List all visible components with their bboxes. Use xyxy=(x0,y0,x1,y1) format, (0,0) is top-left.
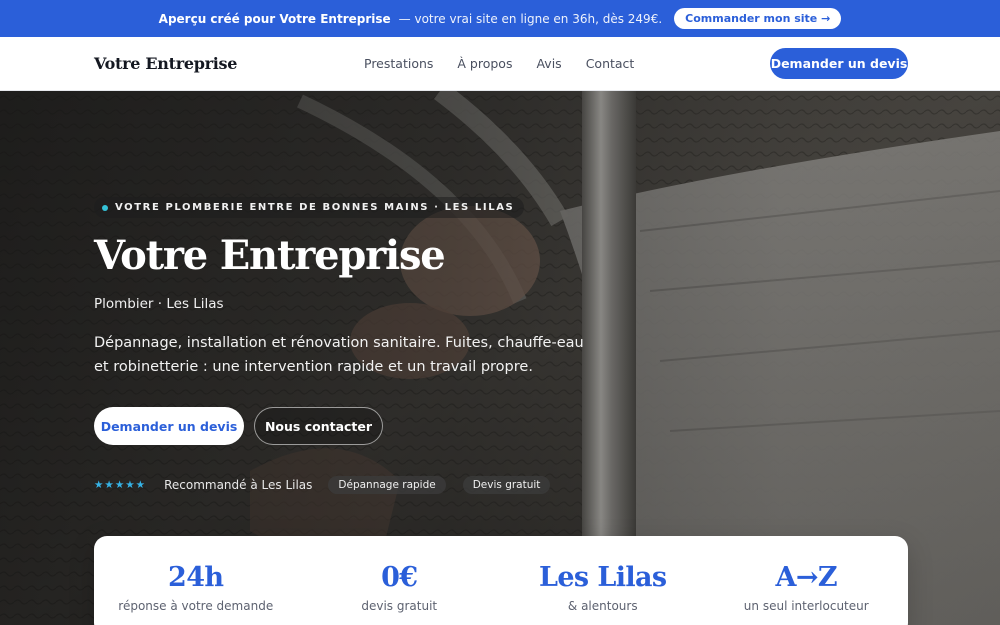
hero-description: Dépannage, installation et rénovation sa… xyxy=(94,335,584,375)
stat-value: Les Lilas xyxy=(538,562,667,593)
stat-item: A→Z un seul interlocuteur xyxy=(705,536,909,625)
hero-title: Votre Entreprise xyxy=(94,232,446,279)
promo-text: — votre vrai site en ligne en 36h, dès 2… xyxy=(398,11,663,26)
stat-label: un seul interlocuteur xyxy=(743,599,869,613)
nav-quote-button[interactable]: Demander un devis xyxy=(770,48,908,79)
chip-depannage: Dépannage rapide xyxy=(328,476,446,494)
quote-button[interactable]: Demander un devis xyxy=(94,407,244,445)
nav-link-a-propos[interactable]: À propos xyxy=(457,56,512,71)
stat-label: devis gratuit xyxy=(361,599,438,613)
nav-link-contact[interactable]: Contact xyxy=(586,56,635,71)
brand-logo[interactable]: Votre Entreprise xyxy=(94,54,237,73)
status-dot-icon xyxy=(102,204,108,211)
top-navigation: Votre Entreprise Prestations À propos Av… xyxy=(0,37,1000,91)
promo-banner: Aperçu créé pour Votre Entreprise — votr… xyxy=(0,0,1000,37)
eyebrow-text: VOTRE PLOMBERIE ENTRE DE BONNES MAINS · … xyxy=(115,202,515,213)
nav-link-prestations[interactable]: Prestations xyxy=(364,56,433,71)
stat-value: A→Z xyxy=(775,562,838,593)
trust-text: Recommandé à Les Lilas xyxy=(164,478,313,492)
order-site-button[interactable]: Commander mon site → xyxy=(674,8,842,29)
stats-card: 24h réponse à votre demande 0€ devis gra… xyxy=(94,536,908,625)
nav-link-avis[interactable]: Avis xyxy=(536,56,561,71)
stat-label: réponse à votre demande xyxy=(118,599,274,613)
stat-item: Les Lilas & alentours xyxy=(501,536,705,625)
promo-lead: Aperçu créé pour Votre Entreprise xyxy=(158,11,391,26)
stat-item: 24h réponse à votre demande xyxy=(94,536,298,625)
trust-row: ★★★★★ Recommandé à Les Lilas Dépannage r… xyxy=(94,475,567,495)
nav-menu: Prestations À propos Avis Contact xyxy=(364,56,634,71)
chip-devis-gratuit: Devis gratuit xyxy=(462,476,551,494)
stat-value: 0€ xyxy=(381,562,418,593)
hero-eyebrow-badge: VOTRE PLOMBERIE ENTRE DE BONNES MAINS · … xyxy=(94,197,525,218)
stat-item: 0€ devis gratuit xyxy=(298,536,502,625)
stat-value: 24h xyxy=(168,562,224,593)
hero-subtitle: Plombier · Les Lilas xyxy=(94,296,224,312)
rating-stars-icon: ★★★★★ xyxy=(94,479,147,491)
contact-button[interactable]: Nous contacter xyxy=(254,407,383,445)
stat-label: & alentours xyxy=(567,599,638,613)
